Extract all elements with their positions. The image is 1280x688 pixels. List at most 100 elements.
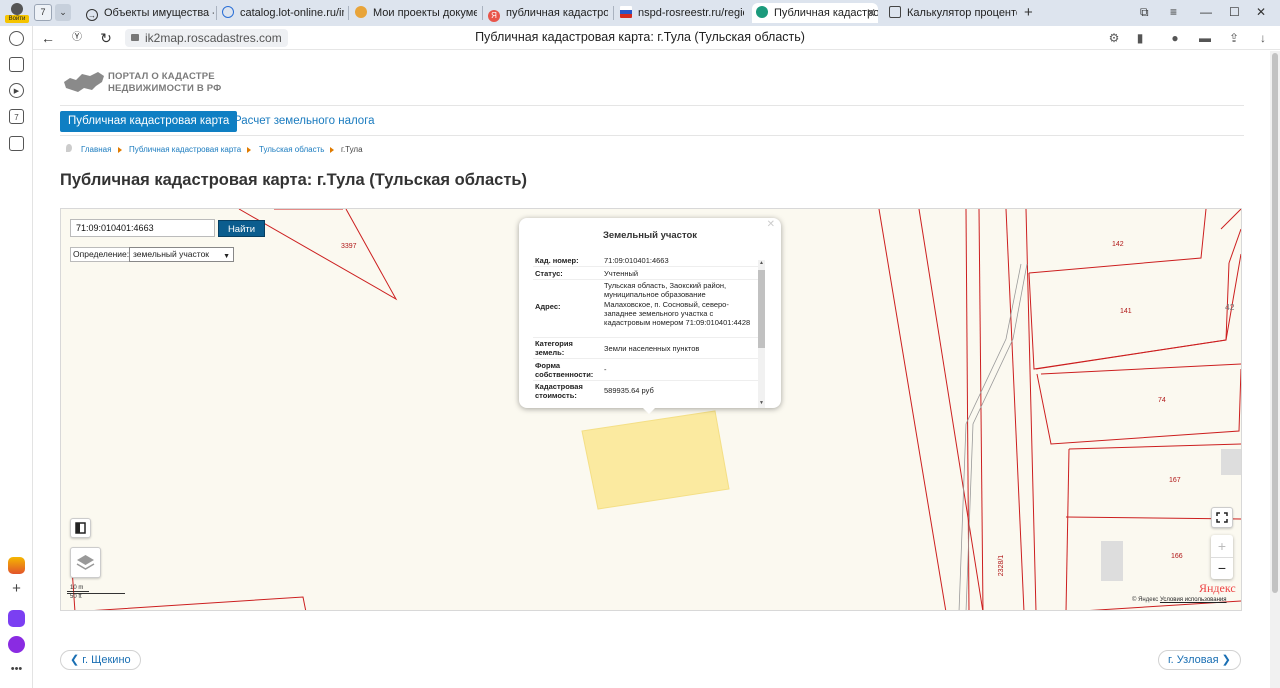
maximize-icon[interactable]: ☐ (1229, 4, 1240, 21)
plot-label: 141 (1120, 308, 1132, 315)
page-title-in-address-bar: Публичная кадастровая карта: г.Тула (Тул… (475, 30, 805, 44)
nav-tab-cadastral-map[interactable]: Публичная кадастровая карта (60, 111, 238, 132)
chevron-right-icon: ❯ (1218, 654, 1231, 666)
scroll-down-arrow-icon[interactable]: ▼ (759, 400, 764, 406)
tab-title: catalog.lot-online.ru/inde (240, 7, 344, 19)
popup-row-address: Адрес: Тульская область, Заокский район,… (533, 281, 758, 338)
tab-title: Мои проекты документ (373, 7, 477, 19)
assistant-icon[interactable] (8, 636, 25, 653)
more-dots-icon[interactable]: ••• (9, 662, 24, 677)
chevron-left-icon: ❮ (70, 654, 83, 666)
extension-icon[interactable]: ● (1167, 30, 1183, 46)
breadcrumb-region[interactable]: Тульская область (259, 145, 324, 154)
tab-divider (482, 6, 483, 20)
popup-row-land-category: Категория земель: Земли населенных пункт… (533, 338, 758, 359)
add-plus-icon[interactable]: + (9, 581, 24, 596)
new-tab-plus-icon[interactable]: + (1024, 4, 1033, 21)
breadcrumb-arrow-icon (118, 147, 122, 153)
find-button[interactable]: Найти (218, 220, 265, 237)
page-scroll-thumb[interactable] (1272, 53, 1278, 593)
profile-button[interactable]: Войти (4, 2, 30, 24)
plot-label: 142 (1112, 241, 1124, 248)
app-logo-icon (355, 6, 367, 18)
zoom-in-plus-icon[interactable]: + (1211, 536, 1233, 556)
yandex-logo[interactable]: Яндекс (1199, 581, 1236, 596)
tabs-menu-chevron-icon[interactable]: ⌄ (55, 4, 71, 21)
share-icon[interactable]: ⇪ (1226, 30, 1242, 46)
definition-select-value: земельный участок (133, 249, 210, 259)
popup-value: 71:09:010401:4663 (604, 256, 669, 265)
url-field[interactable]: ik2map.roscadastres.com (125, 29, 288, 47)
breadcrumb-arrow-icon (247, 147, 251, 153)
popup-title: Земельный участок (602, 230, 698, 241)
ruler-tool-button[interactable] (70, 518, 91, 538)
cadastral-map[interactable]: 3397 142 141 74 167 166 42 2328/1 71:09:… (60, 208, 1242, 611)
browser-tab-strip: Войти 7 ⌄ → Объекты имущества - ф catalog… (0, 0, 1280, 26)
minimize-icon[interactable]: — (1200, 4, 1212, 21)
page-scrollbar[interactable] (1270, 51, 1280, 688)
terms-of-use-link[interactable]: Условия использования (1160, 597, 1227, 603)
mail-app-icon[interactable] (8, 557, 25, 574)
popup-scroll-thumb[interactable] (758, 270, 765, 348)
tab-title: Калькулятор процентов (907, 7, 1017, 19)
site-logo-text[interactable]: ПОРТАЛ О КАДАСТРЕ НЕДВИЖИМОСТИ В РФ (108, 71, 222, 95)
browser-tab-7[interactable]: Калькулятор процентов (889, 3, 1017, 23)
popup-pointer (641, 406, 657, 414)
tab-divider (613, 6, 614, 20)
plot-label: 3397 (341, 243, 357, 250)
browser-tab-5[interactable]: nspd-rosreestr.ru/region/ (620, 3, 744, 23)
copy-icon[interactable] (9, 57, 24, 72)
previous-city-label: г. Щекино (82, 654, 131, 666)
popup-key: Категория земель: (535, 339, 573, 358)
breadcrumb-cadastral-map[interactable]: Публичная кадастровая карта (129, 145, 241, 154)
tab-title: Публичная кадастров (774, 7, 878, 19)
nav-tab-land-tax[interactable]: Расчет земельного налога (234, 111, 375, 132)
tab-count-button[interactable]: 7 (34, 4, 52, 21)
previous-city-button[interactable]: ❮ г. Щекино (60, 650, 141, 670)
selected-land-plot[interactable] (581, 410, 730, 510)
cadastral-number-input[interactable]: 71:09:010401:4663 (70, 219, 215, 237)
page-heading: Публичная кадастровая карта: г.Тула (Тул… (60, 171, 528, 189)
popup-scrollbar[interactable]: ▲ ▼ (758, 260, 765, 408)
calendar-badge-icon[interactable]: 7 (9, 109, 24, 124)
site-permissions-icon[interactable]: ⚙ (1106, 30, 1122, 46)
popup-key: Статус: (535, 269, 563, 278)
screenshot-icon[interactable] (9, 136, 24, 151)
breadcrumb-home[interactable]: Главная (81, 145, 111, 154)
definition-select[interactable]: земельный участок ▼ (129, 247, 234, 262)
browser-tab-3[interactable]: Мои проекты документ (355, 3, 477, 23)
layers-button[interactable] (70, 547, 101, 578)
collections-icon[interactable]: ⧉ (1140, 4, 1149, 21)
next-city-button[interactable]: г. Узловая ❯ (1158, 650, 1241, 670)
back-arrow-icon[interactable]: ← (38, 28, 58, 48)
history-clock-icon[interactable] (9, 31, 24, 46)
close-tab-icon[interactable]: ✕ (866, 3, 876, 23)
tab-divider (216, 6, 217, 20)
browser-tab-4[interactable]: Япубличная кадастровая (488, 3, 608, 23)
close-popup-icon[interactable]: ✕ (767, 219, 775, 230)
location-pin-icon (66, 144, 72, 152)
browser-tab-6-active[interactable]: Публичная кадастров ✕ (752, 3, 878, 23)
zoom-out-minus-icon[interactable]: − (1211, 557, 1233, 577)
browser-tab-2[interactable]: catalog.lot-online.ru/inde (222, 3, 344, 23)
browser-sidebar: ▶ 7 + ••• (0, 26, 33, 688)
downloads-icon[interactable]: ↓ (1255, 30, 1271, 46)
reader-icon[interactable]: ▬ (1197, 30, 1213, 46)
bookmark-icon[interactable]: ▮ (1132, 30, 1148, 46)
play-icon[interactable]: ▶ (9, 83, 24, 98)
scroll-up-arrow-icon[interactable]: ▲ (759, 260, 764, 266)
fullscreen-button[interactable] (1211, 507, 1233, 528)
map-copyright: © Яндекс Условия использования (1132, 597, 1227, 603)
popup-key: Адрес: (535, 302, 561, 311)
reload-icon[interactable]: ↻ (96, 28, 116, 48)
scale-imperial: 50 ft (67, 593, 125, 600)
browser-tab-1[interactable]: → Объекты имущества - ф (86, 3, 214, 23)
russia-flag-icon (620, 6, 632, 18)
fullscreen-icon (1216, 512, 1228, 523)
breadcrumb-arrow-icon (330, 147, 334, 153)
menu-hamburger-icon[interactable]: ≡ (1170, 4, 1177, 21)
popup-row-ownership: Форма собственности: - (533, 360, 758, 381)
close-window-icon[interactable]: ✕ (1256, 4, 1266, 21)
alice-app-icon[interactable] (8, 610, 25, 627)
yandex-home-icon[interactable]: Ⓨ (67, 28, 87, 48)
